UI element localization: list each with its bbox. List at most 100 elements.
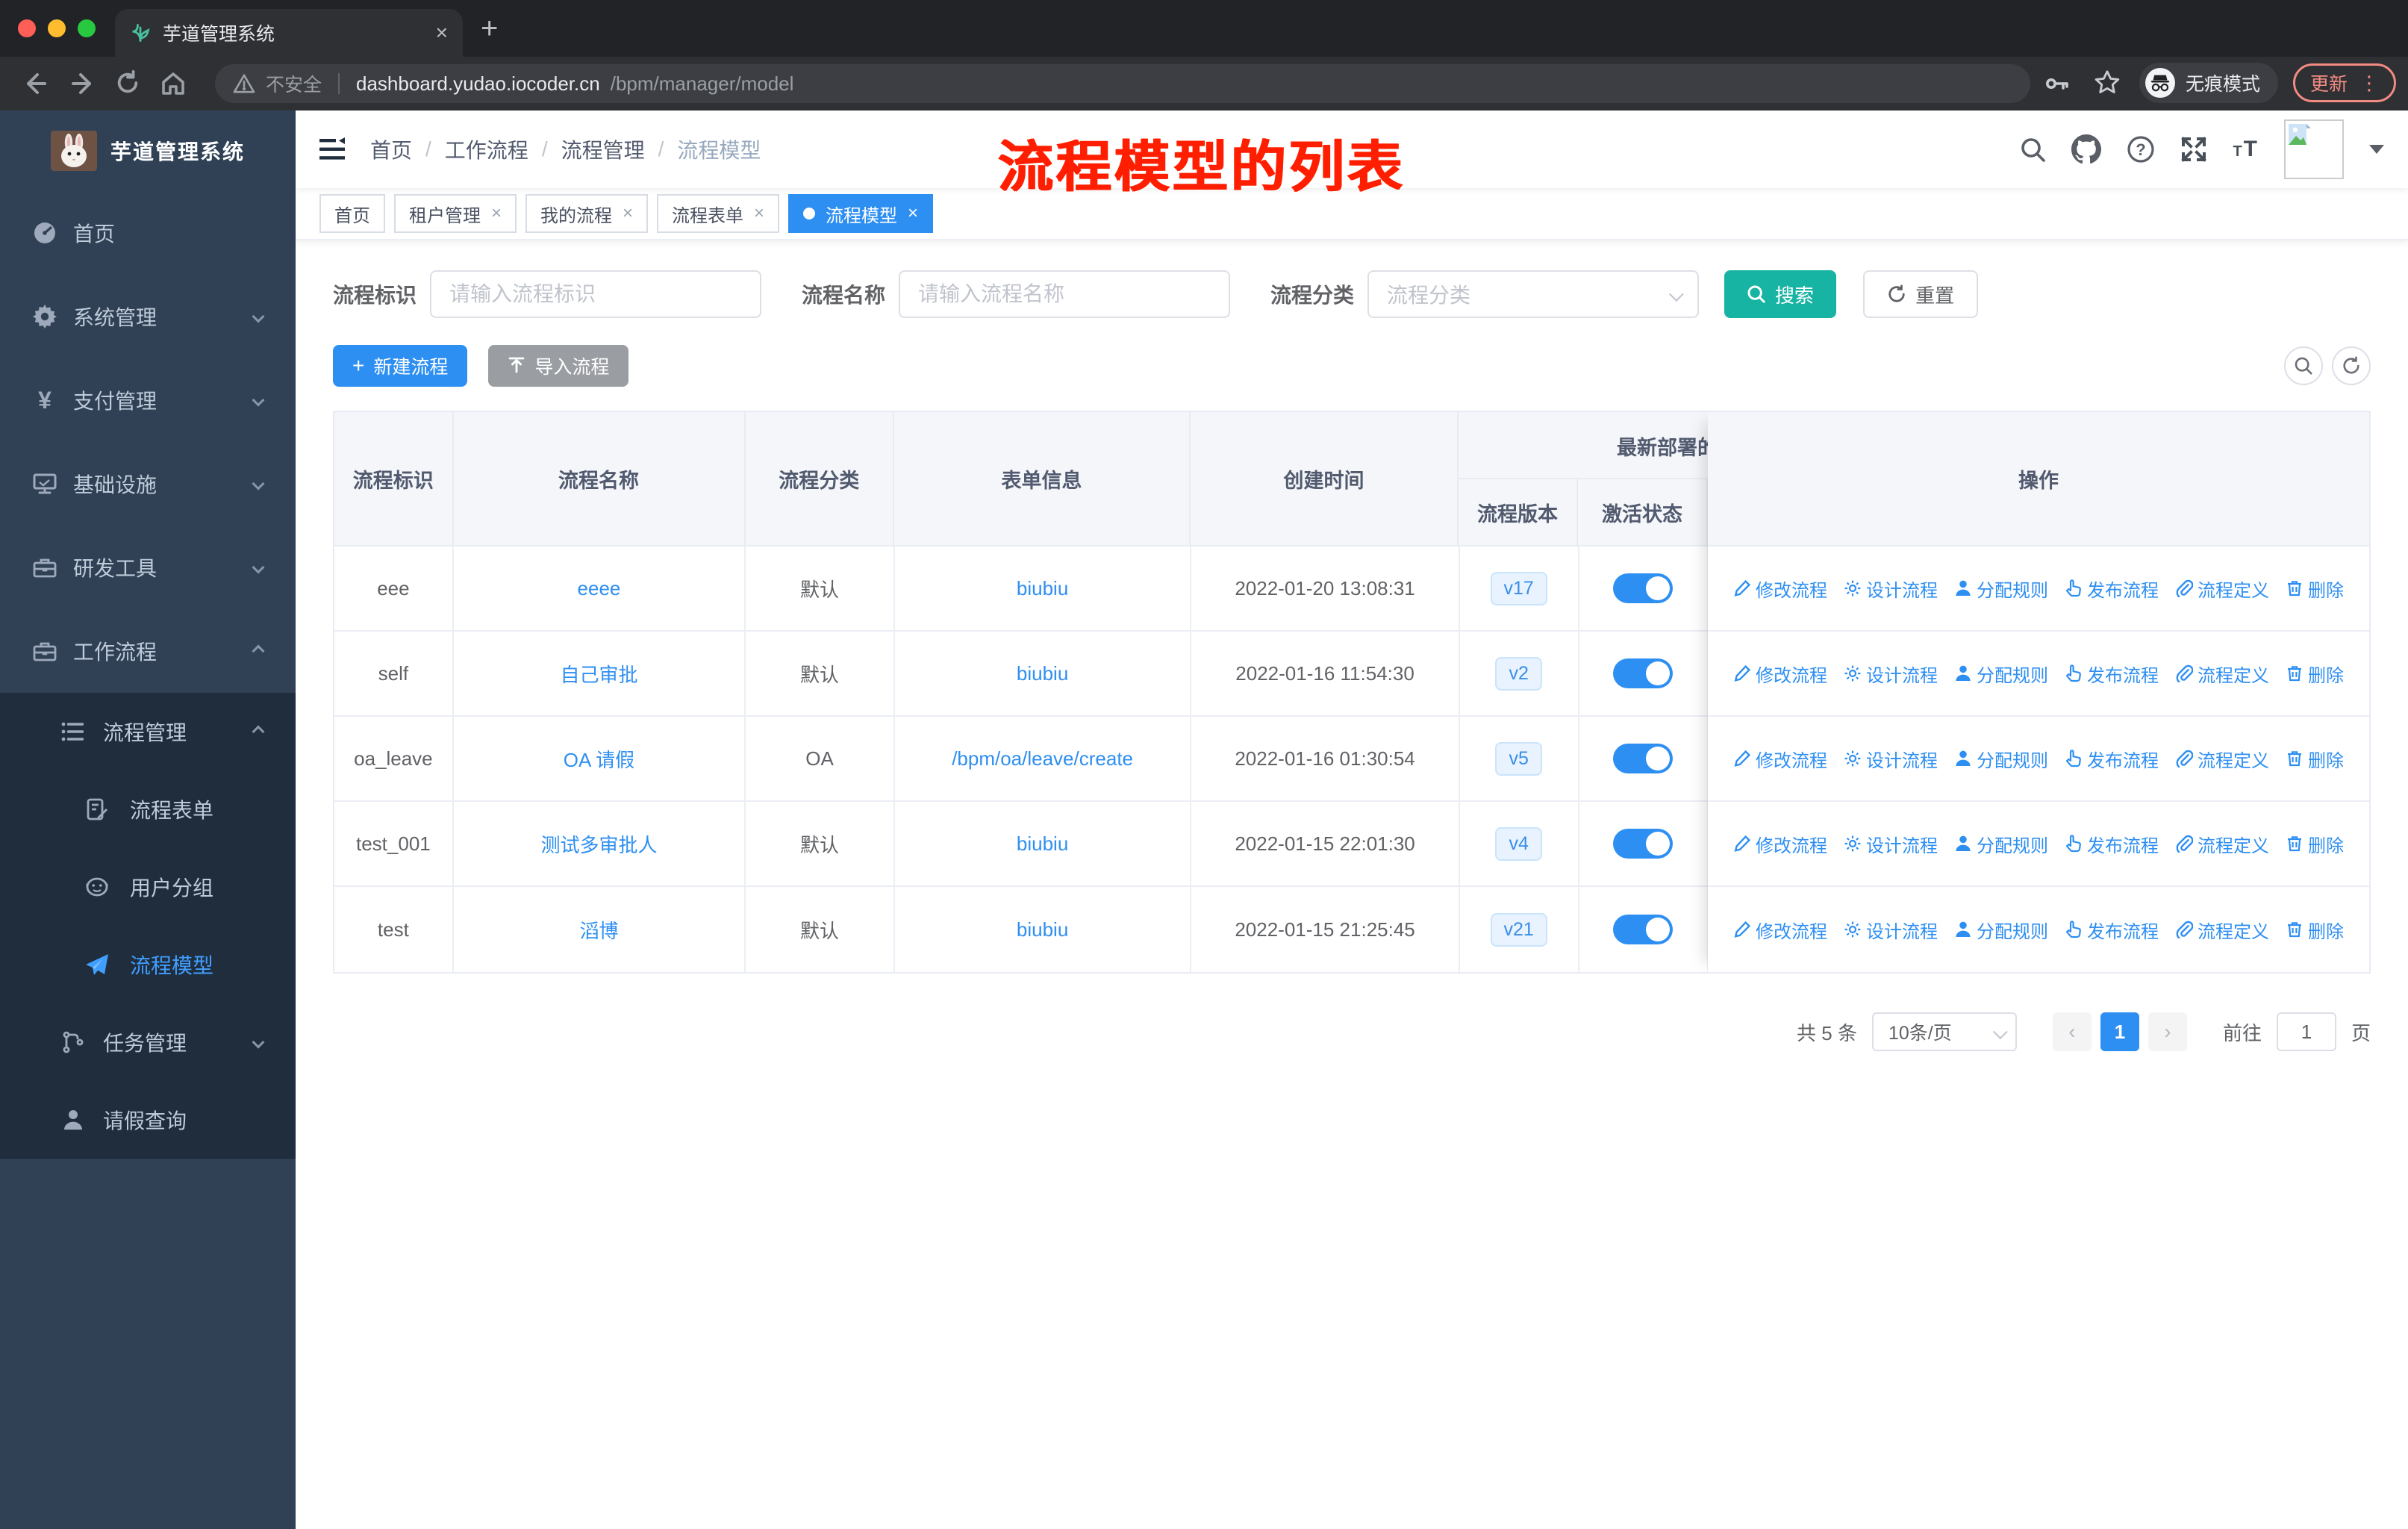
address-bar[interactable]: 不安全 dashboard.yudao.iocoder.cn/bpm/manag…	[215, 64, 2030, 103]
prev-page-button[interactable]: ‹	[2052, 1012, 2092, 1051]
form-info-link[interactable]: /bpm/oa/leave/create	[952, 747, 1133, 770]
delete-link[interactable]: 删除	[2286, 661, 2344, 687]
tag-process-model[interactable]: 流程模型 ×	[788, 194, 934, 233]
new-tab-button[interactable]: +	[481, 12, 498, 45]
assign-rule-link[interactable]: 分配规则	[1954, 831, 2048, 857]
delete-link[interactable]: 删除	[2286, 576, 2344, 602]
hamburger-icon[interactable]	[319, 137, 346, 161]
design-process-link[interactable]: 设计流程	[1844, 831, 1938, 857]
form-info-link[interactable]: biubiu	[1017, 577, 1068, 600]
tag-close-icon[interactable]: ×	[623, 203, 633, 224]
process-name-link[interactable]: OA 请假	[564, 745, 634, 773]
sidebar-item-infra[interactable]: 基础设施	[0, 442, 296, 526]
delete-link[interactable]: 删除	[2286, 831, 2344, 857]
key-icon[interactable]	[2044, 69, 2072, 97]
zoom-window-button[interactable]	[78, 19, 96, 37]
delete-link[interactable]: 删除	[2286, 746, 2344, 772]
active-toggle[interactable]	[1613, 658, 1674, 688]
active-toggle[interactable]	[1613, 829, 1674, 859]
assign-rule-link[interactable]: 分配规则	[1954, 661, 2048, 687]
font-size-icon[interactable]: TT	[2233, 137, 2259, 162]
modify-process-link[interactable]: 修改流程	[1733, 661, 1827, 687]
close-window-button[interactable]	[18, 19, 36, 37]
update-button[interactable]: 更新 ⋮	[2292, 63, 2396, 102]
assign-rule-link[interactable]: 分配规则	[1954, 576, 2048, 602]
sidebar-item-system[interactable]: 系统管理	[0, 275, 296, 358]
home-icon[interactable]	[160, 70, 187, 97]
tag-my-process[interactable]: 我的流程 ×	[525, 194, 649, 233]
active-toggle[interactable]	[1613, 573, 1674, 603]
process-name-link[interactable]: 滔博	[579, 916, 618, 944]
active-toggle[interactable]	[1613, 744, 1674, 773]
design-process-link[interactable]: 设计流程	[1844, 746, 1938, 772]
sidebar-item-user-group[interactable]: 用户分组	[0, 848, 296, 926]
publish-process-link[interactable]: 发布流程	[2065, 746, 2159, 772]
tag-close-icon[interactable]: ×	[908, 203, 918, 224]
sidebar-item-dev[interactable]: 研发工具	[0, 526, 296, 609]
github-icon[interactable]	[2071, 134, 2102, 164]
sidebar-item-workflow[interactable]: 工作流程	[0, 609, 296, 693]
search-button[interactable]: 搜索	[1724, 270, 1837, 318]
bookmark-star-icon[interactable]	[2093, 69, 2121, 97]
assign-rule-link[interactable]: 分配规则	[1954, 917, 2048, 943]
modify-process-link[interactable]: 修改流程	[1733, 831, 1827, 857]
process-name-link[interactable]: 自己审批	[560, 660, 637, 688]
design-process-link[interactable]: 设计流程	[1844, 661, 1938, 687]
process-name-link[interactable]: eeee	[578, 577, 621, 600]
form-info-link[interactable]: biubiu	[1017, 918, 1068, 941]
breadcrumb-home[interactable]: 首页	[370, 134, 412, 164]
tag-close-icon[interactable]: ×	[491, 203, 502, 224]
process-definition-link[interactable]: 流程定义	[2175, 831, 2269, 857]
modify-process-link[interactable]: 修改流程	[1733, 746, 1827, 772]
form-info-link[interactable]: biubiu	[1017, 662, 1068, 685]
fullscreen-icon[interactable]	[2180, 136, 2207, 163]
app-logo[interactable]: 芋道管理系统	[0, 110, 296, 191]
modify-process-link[interactable]: 修改流程	[1733, 917, 1827, 943]
toggle-search-button[interactable]	[2284, 346, 2323, 385]
sidebar-item-leave-query[interactable]: 请假查询	[0, 1081, 296, 1159]
design-process-link[interactable]: 设计流程	[1844, 917, 1938, 943]
publish-process-link[interactable]: 发布流程	[2065, 576, 2159, 602]
page-size-select[interactable]: 10条/页	[1871, 1012, 2017, 1051]
browser-menu-icon[interactable]: ⋮	[2359, 72, 2379, 95]
process-definition-link[interactable]: 流程定义	[2175, 661, 2269, 687]
sidebar-item-process-model[interactable]: 流程模型	[0, 926, 296, 1003]
process-name-link[interactable]: 测试多审批人	[540, 830, 657, 858]
active-toggle[interactable]	[1613, 915, 1674, 944]
refresh-button[interactable]	[2332, 346, 2371, 385]
avatar[interactable]	[2284, 119, 2344, 179]
search-icon[interactable]	[2019, 136, 2046, 163]
sidebar-item-pay[interactable]: ¥ 支付管理	[0, 358, 296, 442]
category-select[interactable]: 流程分类	[1367, 270, 1700, 318]
import-process-button[interactable]: 导入流程	[488, 345, 629, 387]
tab-close-icon[interactable]: ×	[436, 21, 448, 45]
process-definition-link[interactable]: 流程定义	[2175, 576, 2269, 602]
form-info-link[interactable]: biubiu	[1017, 832, 1068, 856]
caret-down-icon[interactable]	[2369, 145, 2384, 154]
assign-rule-link[interactable]: 分配规则	[1954, 746, 2048, 772]
breadcrumb-workflow[interactable]: 工作流程	[445, 134, 528, 164]
sidebar-item-process-mgmt[interactable]: 流程管理	[0, 693, 296, 770]
back-icon[interactable]	[21, 70, 48, 97]
modify-process-link[interactable]: 修改流程	[1733, 576, 1827, 602]
sidebar-item-process-form[interactable]: 流程表单	[0, 770, 296, 848]
sidebar-item-home[interactable]: 首页	[0, 191, 296, 275]
process-definition-link[interactable]: 流程定义	[2175, 746, 2269, 772]
browser-tab[interactable]: 芋道管理系统 ×	[115, 9, 463, 57]
reload-icon[interactable]	[115, 70, 140, 96]
page-1-button[interactable]: 1	[2100, 1012, 2139, 1051]
create-process-button[interactable]: + 新建流程	[333, 345, 468, 387]
tag-home[interactable]: 首页	[319, 194, 385, 233]
process-definition-link[interactable]: 流程定义	[2175, 917, 2269, 943]
goto-page-input[interactable]	[2276, 1012, 2336, 1051]
design-process-link[interactable]: 设计流程	[1844, 576, 1938, 602]
tag-tenant[interactable]: 租户管理 ×	[394, 194, 517, 233]
delete-link[interactable]: 删除	[2286, 917, 2344, 943]
publish-process-link[interactable]: 发布流程	[2065, 661, 2159, 687]
sidebar-item-task-mgmt[interactable]: 任务管理	[0, 1003, 296, 1081]
tag-close-icon[interactable]: ×	[754, 203, 764, 224]
reset-button[interactable]: 重置	[1863, 270, 1979, 318]
incognito-badge[interactable]: 无痕模式	[2139, 63, 2278, 103]
process-name-input[interactable]	[899, 270, 1231, 318]
forward-icon[interactable]	[70, 70, 97, 97]
